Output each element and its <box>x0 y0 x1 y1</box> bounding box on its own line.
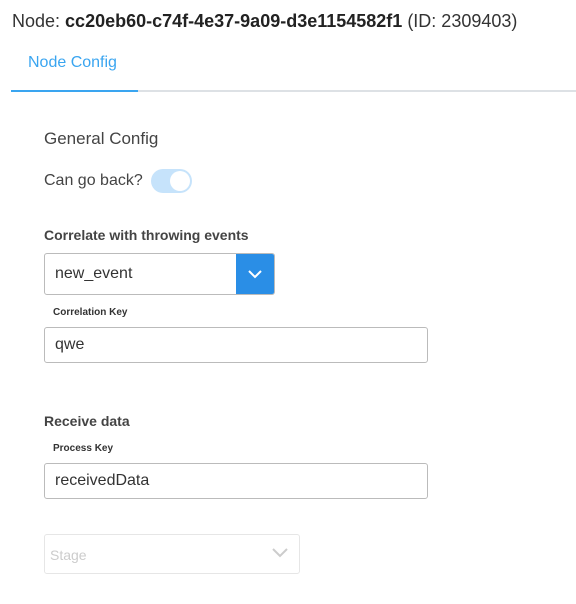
process-key-input[interactable] <box>44 463 428 499</box>
title-prefix: Node: <box>12 11 66 31</box>
receive-data-heading: Receive data <box>44 413 130 429</box>
chevron-down-icon <box>248 270 262 279</box>
tab-active-indicator <box>11 90 138 92</box>
process-key-label: Process Key <box>53 443 114 454</box>
correlation-key-label: Correlation Key <box>53 307 128 318</box>
stage-select[interactable]: Stage <box>44 534 300 574</box>
node-title: Node: cc20eb60-c74f-4e37-9a09-d3e1154582… <box>12 11 517 32</box>
chevron-down-icon <box>272 548 288 558</box>
can-go-back-toggle[interactable] <box>151 169 192 193</box>
correlate-heading: Correlate with throwing events <box>44 227 249 243</box>
event-select[interactable]: new_event <box>44 253 275 295</box>
toggle-knob <box>170 171 190 191</box>
stage-placeholder: Stage <box>50 547 87 563</box>
tab-node-config[interactable]: Node Config <box>28 54 117 72</box>
general-config-heading: General Config <box>44 129 159 148</box>
event-select-button[interactable] <box>236 254 274 294</box>
event-select-value: new_event <box>55 265 133 282</box>
correlation-key-input[interactable] <box>44 327 428 363</box>
node-db-id: (ID: 2309403) <box>402 11 518 31</box>
node-id: cc20eb60-c74f-4e37-9a09-d3e1154582f1 <box>65 11 403 31</box>
can-go-back-label: Can go back? <box>44 172 143 189</box>
